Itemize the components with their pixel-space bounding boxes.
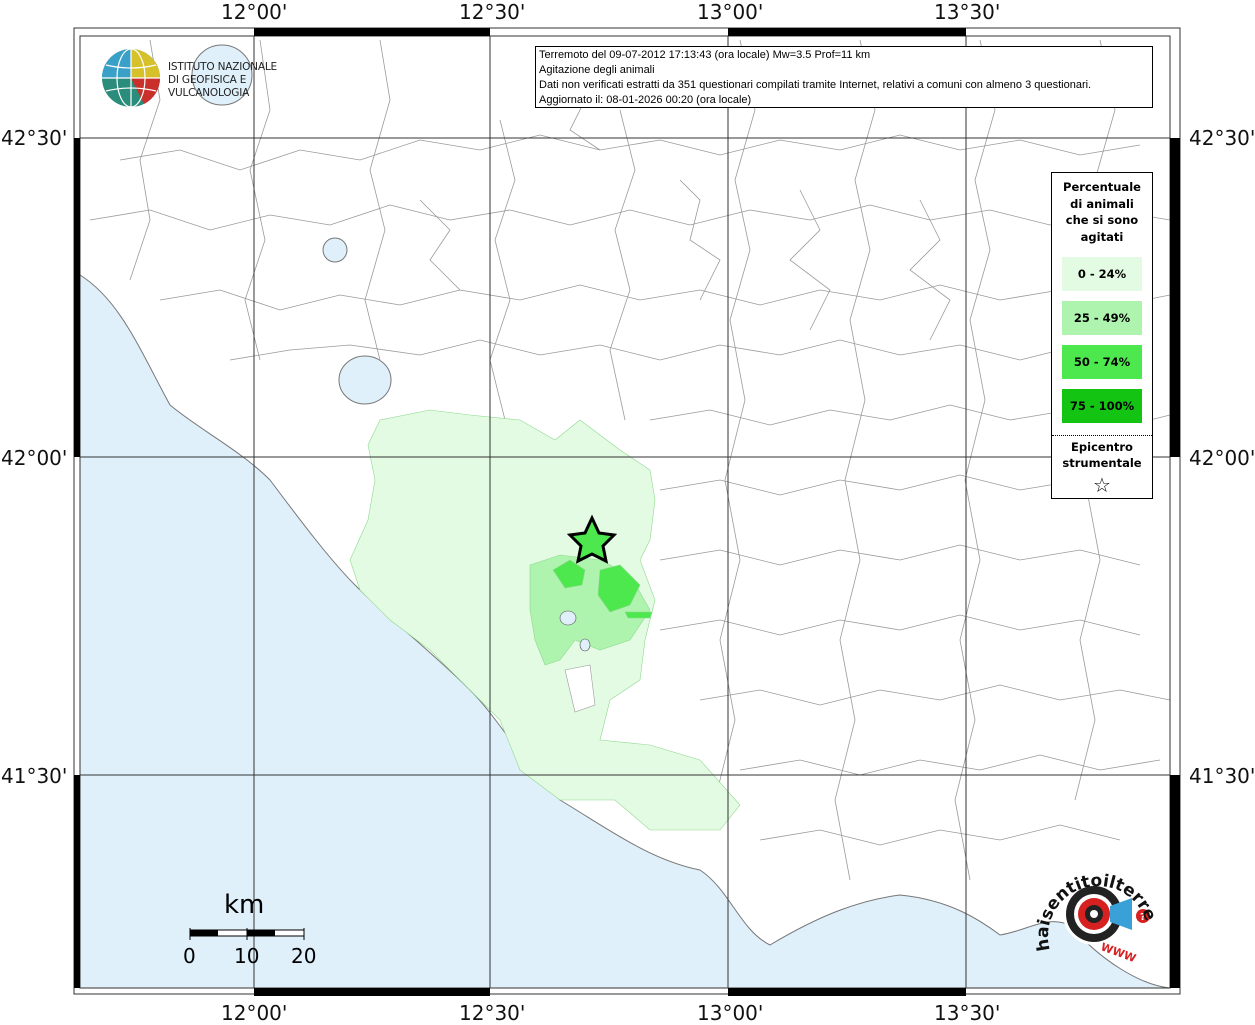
scale-unit: km <box>224 890 265 920</box>
info-line-updated: Aggiornato il: 08-01-2026 00:20 (ora loc… <box>539 94 752 106</box>
legend: Percentuale di animali che si sono agita… <box>1051 172 1153 499</box>
lon-label-bottom-2: 12°30' <box>459 1001 526 1025</box>
lat-label-left-3: 41°30' <box>1 764 68 788</box>
lon-label-bottom-1: 12°00' <box>221 1001 288 1025</box>
lon-label-top-1: 12°00' <box>221 0 288 24</box>
lon-label-top-3: 13°00' <box>697 0 764 24</box>
lon-label-bottom-3: 13°00' <box>697 1001 764 1025</box>
lon-label-bottom-4: 13°30' <box>934 1001 1001 1025</box>
lat-label-right-1: 42°30' <box>1189 126 1255 150</box>
earthquake-info-box: Terremoto del 09-07-2012 17:13:43 (ora l… <box>535 46 1153 108</box>
lake-vico <box>322 237 348 263</box>
legend-class-25-49: 25 - 49% <box>1062 301 1142 335</box>
haisentito-logo: ? haisentitoilterremoto.it WWW <box>1023 847 1164 972</box>
brand-www: WWW <box>1099 940 1138 965</box>
legend-class-75-100: 75 - 100% <box>1062 389 1142 423</box>
scale-tick-10: 10 <box>234 944 260 968</box>
logo-line2: DI GEOFISICA E VULCANOLOGIA <box>168 74 250 99</box>
lat-label-right-3: 41°30' <box>1189 764 1255 788</box>
legend-class-50-74: 50 - 74% <box>1062 345 1142 379</box>
info-line-topic: Agitazione degli animali <box>539 64 655 76</box>
scale-tick-20: 20 <box>291 944 317 968</box>
area-50-74-c <box>624 611 653 619</box>
lon-label-top-4: 13°30' <box>934 0 1001 24</box>
info-line-event: Terremoto del 09-07-2012 17:13:43 (ora l… <box>539 49 871 61</box>
legend-separator <box>1052 435 1152 436</box>
lat-label-left-2: 42°00' <box>1 446 68 470</box>
legend-title: Percentuale di animali che si sono agita… <box>1063 180 1141 244</box>
globe-icon <box>102 48 161 108</box>
lat-label-left-1: 42°30' <box>1 126 68 150</box>
ingv-logo: ISTITUTO NAZIONALE DI GEOFISICA E VULCAN… <box>100 47 320 109</box>
legend-star-icon: ☆ <box>1093 473 1111 497</box>
lake-bracciano <box>338 355 392 405</box>
lon-label-top-2: 12°30' <box>459 0 526 24</box>
legend-epicentre-label: Epicentro strumentale <box>1062 440 1142 470</box>
info-line-source: Dati non verificati estratti da 351 ques… <box>539 79 1092 91</box>
legend-class-0-24: 0 - 24% <box>1062 257 1142 291</box>
lat-label-right-2: 42°00' <box>1189 446 1255 470</box>
logo-line1: ISTITUTO NAZIONALE <box>168 61 277 73</box>
scale-tick-0: 0 <box>183 944 196 968</box>
